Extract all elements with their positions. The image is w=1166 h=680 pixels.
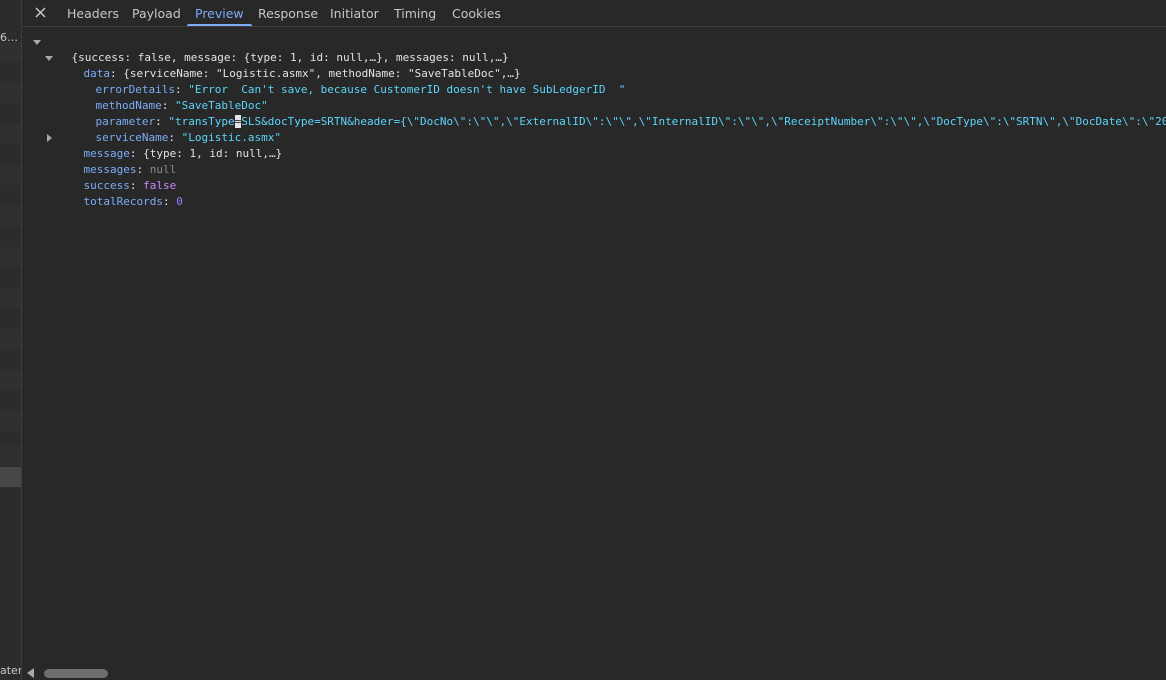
horizontal-scrollbar[interactable] [22,664,1166,680]
tree-node-message[interactable]: message: {type: 1, id: null,…} [45,130,282,160]
request-row[interactable] [0,42,21,62]
expand-triangle-icon[interactable] [45,56,53,61]
request-row[interactable] [0,247,21,267]
tree-property[interactable]: messages: null [57,146,177,176]
close-icon[interactable] [32,4,50,22]
request-row-selected[interactable] [0,467,21,487]
tree-property[interactable]: errorDetails: "Error Can't save, because… [69,66,626,96]
tab-payload[interactable]: Payload [132,0,181,26]
request-row[interactable] [0,206,21,226]
tree-property[interactable]: parameter: "transType=SLS&docType=SRTN&h… [69,98,1166,128]
tree-property[interactable]: serviceName: "Logistic.asmx" [69,114,281,144]
expand-triangle-icon[interactable] [33,40,41,45]
scroll-left-arrow-icon[interactable] [27,668,34,678]
tab-cookies[interactable]: Cookies [452,0,501,26]
request-row[interactable] [0,411,21,431]
request-row[interactable] [0,288,21,308]
tab-headers[interactable]: Headers [67,0,119,26]
tree-property[interactable]: methodName: "SaveTableDoc" [69,82,268,112]
request-row[interactable] [0,370,21,390]
detail-tab-bar: Headers Payload Preview Response Initiat… [22,0,1166,27]
tree-key: totalRecords [83,195,163,208]
tab-response[interactable]: Response [258,0,318,26]
colon-separator: : [162,195,177,208]
request-row[interactable] [0,124,21,144]
tab-preview[interactable]: Preview [187,0,252,26]
request-list-panel: 6… aten [0,0,22,680]
status-text-truncated: aten [0,664,21,677]
request-row[interactable] [0,165,21,185]
tree-property[interactable]: totalRecords: 0 [57,178,183,208]
tree-value: SLS&docType=SRTN&header={\"DocNo\":\"\",… [241,115,1166,128]
scrollbar-thumb[interactable] [44,669,108,678]
tree-node-data[interactable]: data: {serviceName: "Logistic.asmx", met… [45,50,521,80]
tree-property[interactable]: success: false [57,162,177,192]
json-preview-tree: {success: false, message: {type: 1, id: … [22,26,1166,664]
tree-node-root[interactable]: {success: false, message: {type: 1, id: … [33,34,509,64]
request-row[interactable] [0,83,21,103]
tab-initiator[interactable]: Initiator [330,0,379,26]
tab-timing[interactable]: Timing [394,0,436,26]
request-row[interactable] [0,445,21,465]
request-row[interactable] [0,329,21,349]
request-name-truncated[interactable]: 6… [0,31,18,44]
tree-value: 0 [176,195,183,208]
collapsed-triangle-icon[interactable] [47,134,52,142]
